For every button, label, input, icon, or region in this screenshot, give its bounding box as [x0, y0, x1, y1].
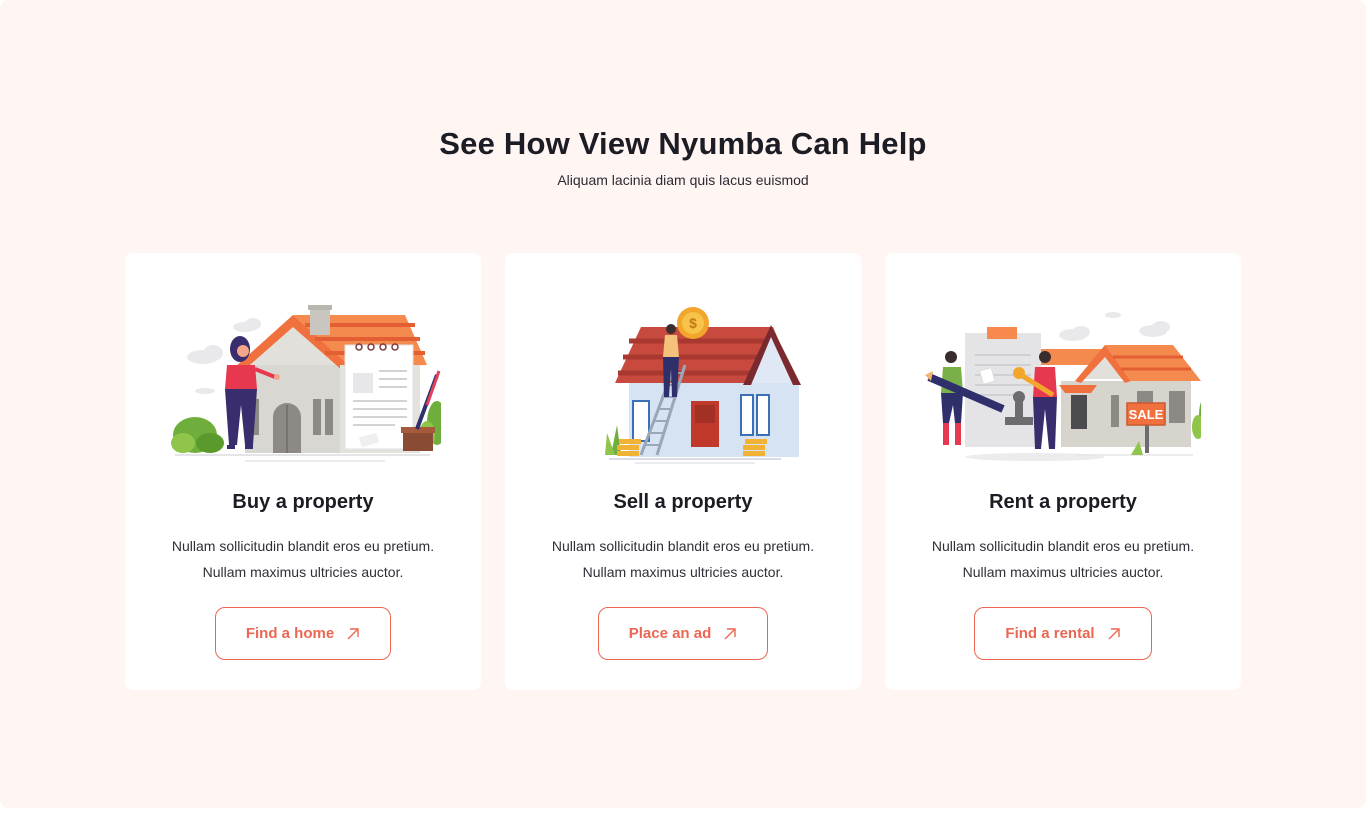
- button-label: Find a rental: [1005, 625, 1095, 642]
- card-description-line: Nullam maximus ultricies auctor.: [582, 564, 784, 580]
- card-description-line: Nullam sollicitudin blandit eros eu pret…: [171, 538, 435, 554]
- card-description-line: Nullam maximus ultricies auctor.: [202, 564, 404, 580]
- card-rent-property: SALE Rent a property Nullam sollicitudin…: [885, 253, 1241, 690]
- house-seller-illustration: $: [605, 307, 801, 464]
- section-title: See How View Nyumba Can Help: [439, 126, 927, 161]
- svg-text:$: $: [689, 315, 697, 331]
- card-description: Nullam sollicitudin blandit eros eu pret…: [885, 533, 1241, 585]
- card-description-line: Nullam maximus ultricies auctor.: [962, 564, 1164, 580]
- arrow-up-right-icon: [347, 627, 359, 639]
- find-home-button[interactable]: Find a home: [215, 607, 391, 660]
- place-ad-button[interactable]: Place an ad: [598, 607, 768, 660]
- card-title: Buy a property: [232, 491, 374, 513]
- card-sell-property: $ Sell a property Nullam sollicitudin bl…: [505, 253, 861, 690]
- card-description: Nullam sollicitudin blandit eros eu pret…: [125, 533, 481, 585]
- card-description-line: Nullam sollicitudin blandit eros eu pret…: [931, 538, 1195, 554]
- house-buyer-illustration: [171, 305, 441, 462]
- sale-sign-text: SALE: [1129, 407, 1164, 422]
- button-label: Place an ad: [628, 625, 712, 642]
- arrow-up-right-icon: [1108, 627, 1120, 639]
- card-title: Sell a property: [613, 491, 753, 513]
- arrow-up-right-icon: [724, 627, 736, 639]
- button-label: Find a home: [245, 625, 335, 642]
- card-buy-property: Buy a property Nullam sollicitudin bland…: [125, 253, 481, 690]
- how-it-helps-section: See How View Nyumba Can Help Aliquam lac…: [0, 0, 1366, 808]
- find-rental-button[interactable]: Find a rental: [974, 607, 1152, 660]
- card-description: Nullam sollicitudin blandit eros eu pret…: [505, 533, 861, 585]
- card-title: Rent a property: [989, 491, 1137, 513]
- section-subtitle: Aliquam lacinia diam quis lacus euismod: [557, 172, 809, 188]
- card-description-line: Nullam sollicitudin blandit eros eu pret…: [551, 538, 815, 554]
- house-rental-illustration: SALE: [925, 312, 1201, 461]
